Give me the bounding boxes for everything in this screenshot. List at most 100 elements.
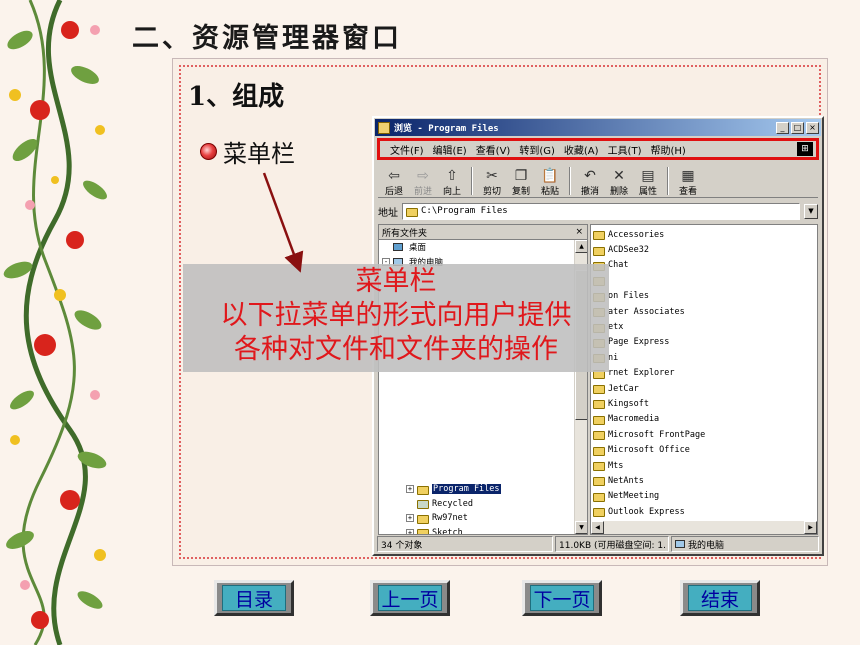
folder-icon	[593, 431, 605, 441]
prev-page-button[interactable]: 上一页	[370, 580, 450, 616]
tree-item[interactable]: Recycled	[379, 497, 501, 512]
window-titlebar[interactable]: 浏览 - Program Files _ □ ×	[375, 119, 821, 136]
folder-icon	[417, 514, 429, 524]
folder-tree-bottom: +Program FilesRecycled+Rw97net+SketchSth…	[379, 482, 501, 535]
next-page-button[interactable]: 下一页	[522, 580, 602, 616]
tree-item-label: Sketch	[432, 527, 463, 535]
tree-expander	[382, 243, 390, 251]
file-list-item[interactable]: Outlook Express	[593, 504, 817, 519]
address-dropdown-button[interactable]: ▼	[804, 203, 818, 219]
tree-expander[interactable]: +	[406, 528, 414, 534]
end-button[interactable]: 结束	[680, 580, 760, 616]
slide-title: 二、资源管理器窗口	[132, 23, 402, 54]
menu-file[interactable]: 文件(F)	[390, 142, 424, 157]
menu-view[interactable]: 查看(V)	[476, 142, 511, 157]
toolbar-button[interactable]: ✕ 删除	[607, 168, 631, 197]
toolbar-separator	[667, 167, 669, 195]
file-list-item[interactable]: on Files	[593, 289, 817, 304]
menu-favorites[interactable]: 收藏(A)	[564, 142, 599, 157]
file-list-item[interactable]: NetAnts	[593, 473, 817, 488]
maximize-button[interactable]: □	[791, 121, 804, 134]
toolbar-button-label: 粘贴	[540, 187, 559, 197]
callout-box: 菜单栏 以下拉菜单的形式向用户提供 各种对文件和文件夹的操作	[183, 264, 609, 372]
tree-item[interactable]: + Program Files	[379, 482, 501, 497]
folder-icon	[593, 462, 605, 472]
file-list-item[interactable]: JetCar	[593, 381, 817, 396]
scroll-right-button[interactable]: ▶	[804, 521, 817, 534]
file-name: ACDSee32	[608, 245, 649, 256]
file-list-item[interactable]: ni	[593, 350, 817, 365]
toolbar-button[interactable]: ▦ 查看	[676, 168, 700, 197]
tree-expander[interactable]: +	[406, 485, 414, 494]
tree-expander	[406, 500, 414, 508]
folder-icon	[593, 400, 605, 410]
bullet-icon	[200, 143, 217, 160]
file-list-item[interactable]: etx	[593, 319, 817, 334]
scroll-left-button[interactable]: ◀	[591, 521, 604, 534]
scroll-up-button[interactable]: ▲	[575, 240, 587, 253]
file-list-item[interactable]: Page Express	[593, 335, 817, 350]
toc-button[interactable]: 目录	[214, 580, 294, 616]
file-list-item[interactable]: Mts	[593, 458, 817, 473]
explorer-app-icon[interactable]	[378, 121, 390, 134]
toolbar-button-label: 属性	[638, 187, 657, 197]
folder-icon	[417, 485, 429, 495]
status-bar: 34 个对象 11.0KB (可用磁盘空间: 1. 我的电脑	[377, 536, 819, 552]
file-name: on Files	[608, 291, 649, 302]
tree-expander[interactable]: +	[406, 514, 414, 523]
file-list-item[interactable]: Microsoft Office	[593, 442, 817, 457]
toolbar-button[interactable]: ⇦ 后退	[382, 168, 406, 197]
toolbar-separator	[569, 167, 571, 195]
toolbar-button[interactable]: 📋 粘贴	[538, 168, 562, 197]
undo-icon: ↶	[584, 168, 596, 184]
file-list-item[interactable]: rnet Explorer	[593, 366, 817, 381]
toolbar-button-label: 向上	[442, 187, 461, 197]
minimize-button[interactable]: _	[776, 121, 789, 134]
toolbar-button-label: 查看	[678, 187, 697, 197]
end-button-label: 结束	[688, 585, 752, 611]
file-list-item[interactable]: Kingsoft	[593, 396, 817, 411]
tree-item[interactable]: 桌面	[379, 240, 587, 255]
file-list-item[interactable]: Macromedia	[593, 412, 817, 427]
address-label: 地址	[378, 207, 398, 219]
file-list-item[interactable]: Chat	[593, 258, 817, 273]
folder-icon	[593, 415, 605, 425]
file-list-pane: Accessories ACDSee32 Chat on Files ater Asso…	[590, 224, 818, 535]
section-heading: 1、组成	[188, 82, 285, 112]
address-input[interactable]: C:\Program Files	[402, 202, 800, 220]
file-list-item[interactable]: ACDSee32	[593, 242, 817, 257]
folder-icon	[406, 207, 418, 217]
paste-icon: 📋	[541, 168, 559, 184]
file-list-item[interactable]: Accessories	[593, 227, 817, 242]
toolbar-separator	[471, 167, 473, 195]
toolbar-button[interactable]: ⇨ 前进	[411, 168, 435, 197]
tree-item[interactable]: + Rw97net	[379, 511, 501, 526]
folder-icon	[593, 508, 605, 518]
up-folder-icon: ⇧	[446, 168, 458, 184]
close-button[interactable]: ×	[806, 121, 819, 134]
scroll-down-button[interactable]: ▼	[575, 521, 587, 534]
toolbar-button[interactable]: ▤ 属性	[636, 168, 660, 197]
menu-tools[interactable]: 工具(T)	[608, 142, 642, 157]
menu-go[interactable]: 转到(G)	[519, 142, 555, 157]
status-size: 11.0KB (可用磁盘空间: 1.	[555, 536, 669, 552]
toolbar-button[interactable]: ✂ 剪切	[480, 168, 504, 197]
folder-icon	[593, 446, 605, 456]
toolbar-button[interactable]: ↶ 撤消	[578, 168, 602, 197]
file-list-item[interactable]	[593, 273, 817, 288]
file-list-item[interactable]: Microsoft FrontPage	[593, 427, 817, 442]
file-name: ni	[608, 352, 619, 363]
file-list-hscrollbar[interactable]: ◀ ▶	[591, 521, 817, 534]
toolbar: ⇦ 后退 ⇨ 前进 ⇧ 向上 ✂ 剪切 ❐ 复制 📋 粘贴 ↶ 撤消 ✕ 删除 ▤ 属性 ▦ 查看	[378, 164, 818, 198]
address-bar: 地址 C:\Program Files ▼	[378, 201, 818, 221]
folder-icon	[593, 477, 605, 487]
desktop-icon	[393, 243, 403, 252]
file-list-item[interactable]: NetMeeting	[593, 489, 817, 504]
toolbar-button[interactable]: ⇧ 向上	[440, 168, 464, 197]
menu-edit[interactable]: 编辑(E)	[433, 142, 467, 157]
folder-tree-close-button[interactable]: ×	[575, 227, 583, 237]
toolbar-button[interactable]: ❐ 复制	[509, 168, 533, 197]
menu-help[interactable]: 帮助(H)	[650, 142, 685, 157]
file-list-item[interactable]: ater Associates	[593, 304, 817, 319]
tree-item[interactable]: + Sketch	[379, 526, 501, 535]
